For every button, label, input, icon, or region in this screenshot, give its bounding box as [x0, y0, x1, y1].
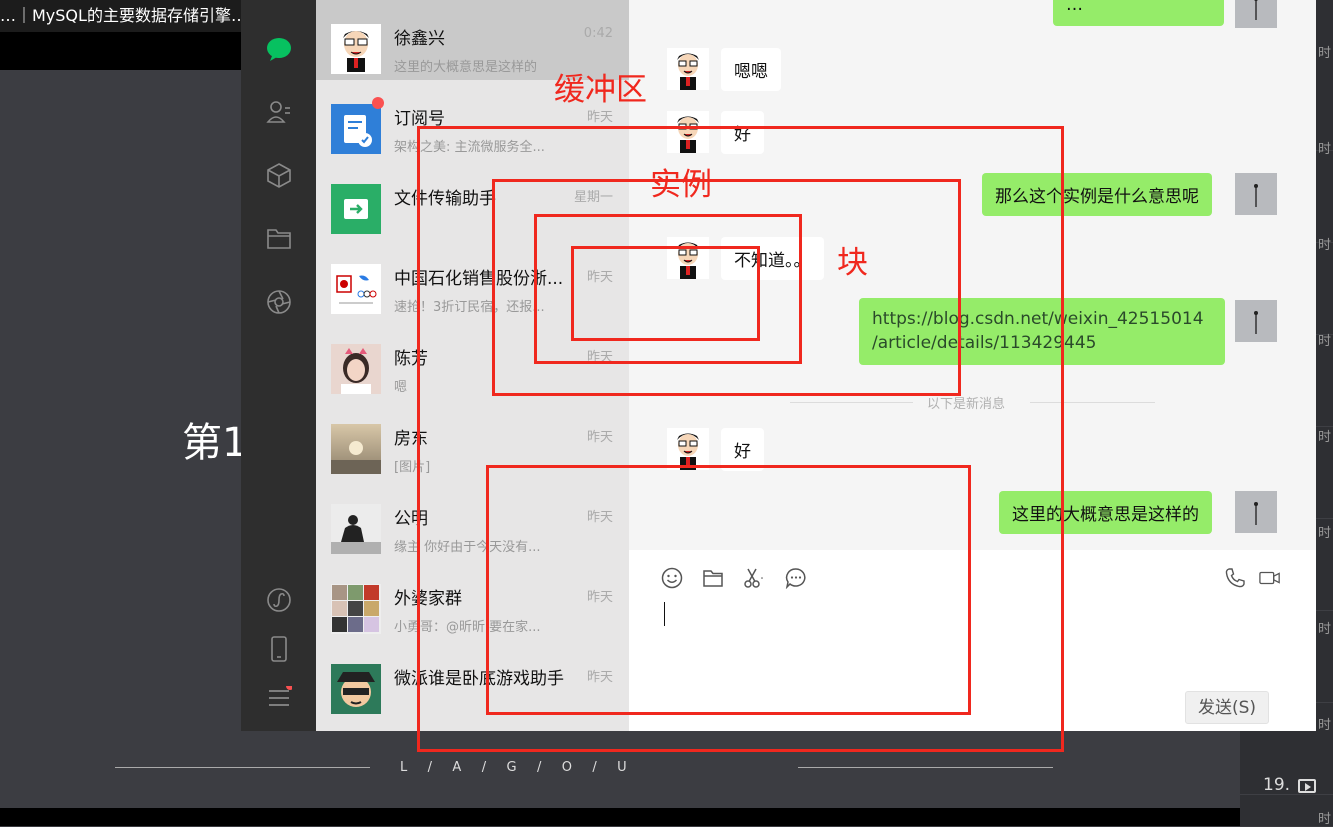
subscription-icon [331, 104, 381, 154]
file-transfer-icon [331, 184, 381, 234]
buffer-label: 缓冲区 [554, 72, 647, 108]
moments-icon[interactable] [266, 289, 292, 315]
voice-call-icon[interactable] [1224, 567, 1246, 589]
mini-program-icon[interactable] [266, 587, 292, 613]
playlist-time: 时 [1318, 812, 1332, 827]
contacts-icon[interactable] [266, 99, 292, 125]
spy-avatar [331, 664, 381, 714]
chat-icon[interactable] [266, 36, 292, 62]
playlist-time: 时 [1318, 718, 1332, 733]
group-avatar [331, 584, 381, 634]
playlist-time: 时 [1318, 622, 1332, 637]
cartoon-avatar [331, 24, 381, 74]
play-icon[interactable] [1298, 779, 1316, 793]
phone-icon[interactable] [266, 636, 292, 662]
playlist-time: 时 [1318, 142, 1332, 157]
playlist-time: 时 [1318, 526, 1332, 541]
self-avatar [1235, 173, 1277, 215]
input-annotation-box [486, 465, 971, 715]
meditation-avatar [331, 504, 381, 554]
menu-icon[interactable] [266, 686, 292, 712]
conversation-time: 0:42 [583, 26, 613, 41]
folder-icon[interactable] [266, 225, 292, 251]
divider-line [115, 767, 370, 768]
send-button[interactable]: 发送(S) [1185, 691, 1269, 724]
video-call-icon[interactable] [1259, 567, 1281, 589]
message-bubble-outgoing: … [1053, 0, 1224, 26]
playlist-time: 时 [1318, 430, 1332, 445]
message-bubble-incoming: 嗯嗯 [721, 48, 781, 91]
box-icon[interactable] [266, 162, 292, 188]
self-avatar [1235, 0, 1277, 28]
sinopec-avatar [331, 264, 381, 314]
slide-heading: 第1 [182, 420, 248, 466]
self-avatar [1235, 300, 1277, 342]
playlist-time: 时 [1318, 46, 1332, 61]
divider-line [798, 767, 1053, 768]
sunset-avatar [331, 424, 381, 474]
instance-label: 实例 [650, 167, 712, 203]
unread-badge [372, 97, 384, 109]
conversation-preview: 这里的大概意思是这样的 [394, 60, 538, 75]
brand-letters: L / A / G / O / U [400, 760, 629, 775]
block-label: 块 [837, 245, 868, 281]
playlist-time: 时 [1318, 334, 1332, 349]
conversation-preview: 嗯 [394, 380, 408, 395]
cartoon-avatar [667, 48, 709, 90]
photo-avatar [331, 344, 381, 394]
playlist-time: 时 [1318, 238, 1332, 253]
playlist-item-number: 19. [1263, 775, 1291, 795]
inner-annotation-box [571, 246, 760, 341]
video-bottom-bar [0, 808, 1240, 826]
self-avatar [1235, 491, 1277, 533]
video-black-strip [0, 32, 260, 70]
conversation-name: 徐鑫兴 [394, 29, 445, 49]
video-title: …｜MySQL的主要数据存储引擎… [0, 6, 247, 25]
